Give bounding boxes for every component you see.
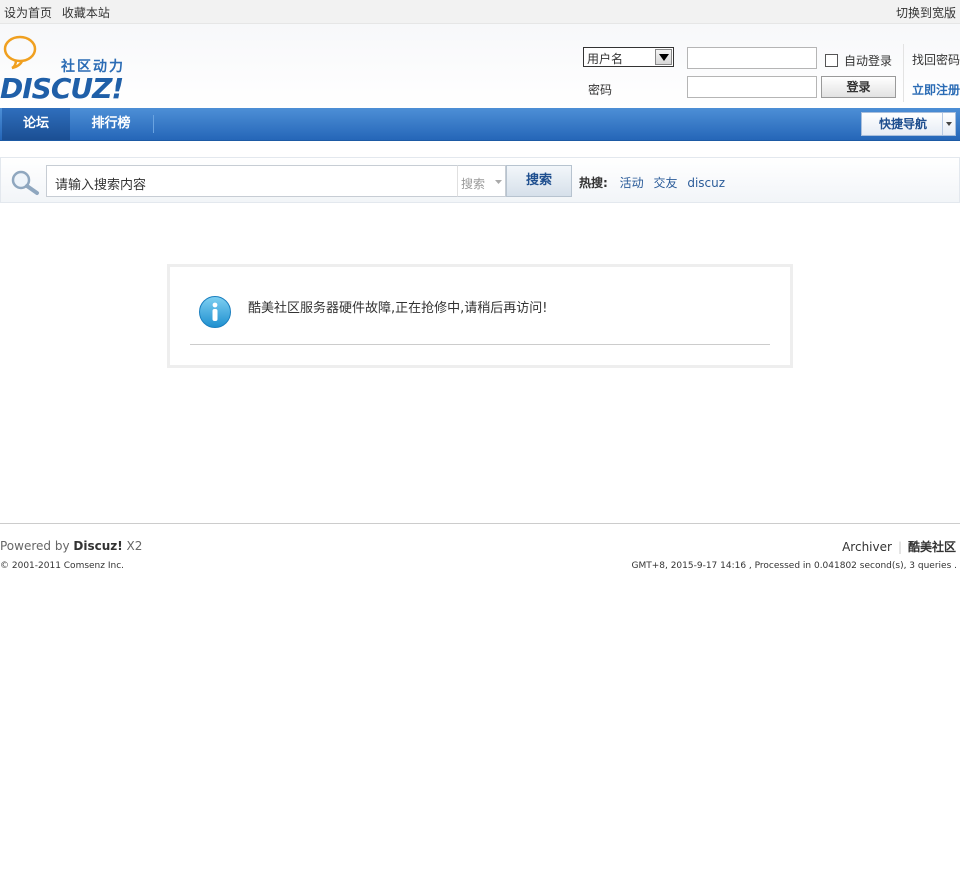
search-type-select[interactable]: 搜索 [457,165,506,197]
bookmark-link[interactable]: 收藏本站 [62,6,110,20]
top-bar-left: 设为首页 收藏本站 [4,4,116,21]
main-nav: 论坛 排行榜 快捷导航 [0,108,960,141]
chevron-down-icon[interactable] [942,113,955,135]
register-link[interactable]: 立即注册 [912,81,960,98]
auto-login-label: 自动登录 [844,54,893,68]
username-input[interactable] [687,47,817,69]
password-label: 密码 [588,83,613,97]
message-divider [190,344,770,345]
powered-version: X2 [122,539,143,553]
quick-nav-label: 快捷导航 [878,117,927,131]
chevron-down-icon [495,180,502,184]
login-divider [903,44,904,102]
login-field-select[interactable]: 用户名 [583,47,674,67]
footer-divider [0,523,960,524]
header: 社区动力 DISCUZ! 用户名 密码 自动登录 登录 找回密码 立即注册 [0,24,960,108]
speech-bubble-icon [3,35,37,70]
footer-link-separator: | [897,540,902,554]
top-bar: 设为首页 收藏本站 切换到宽版 [0,0,960,24]
search-button[interactable]: 搜索 [506,165,572,197]
powered-prefix: Powered by [0,539,74,553]
forgot-password-link[interactable]: 找回密码 [912,51,960,68]
powered-by: Powered by Discuz! X2 [0,539,142,553]
search-type-label: 搜索 [461,177,486,191]
footer-links: Archiver | 酷美社区 [842,538,956,555]
login-field-select-value: 用户名 [587,52,624,66]
password-input[interactable] [687,76,817,98]
search-input[interactable]: 请输入搜索内容 [46,165,457,197]
hot-keyword-link[interactable]: 交友 [653,176,677,190]
hot-keyword-link[interactable]: 活动 [620,176,644,190]
login-button[interactable]: 登录 [821,76,896,98]
hot-search-label: 热搜: [579,176,608,190]
search-placeholder: 请输入搜索内容 [55,178,147,193]
nav-item-forum[interactable]: 论坛 [2,108,70,140]
hot-keyword-link[interactable]: discuz [687,176,725,190]
search-icon [11,170,39,195]
switch-wide-link[interactable]: 切换到宽版 [896,4,956,21]
hot-search: 热搜: 活动 交友 discuz [579,174,731,191]
processing-stats: GMT+8, 2015-9-17 14:16 , Processed in 0.… [631,561,957,571]
message-box: 酷美社区服务器硬件故障,正在抢修中,请稍后再访问! [167,264,793,368]
quick-nav-button[interactable]: 快捷导航 [861,112,956,136]
set-homepage-link[interactable]: 设为首页 [4,6,52,20]
search-bar: 请输入搜索内容 搜索 搜索 热搜: 活动 交友 discuz [0,157,960,203]
info-icon [199,296,231,328]
chevron-down-icon [655,49,672,65]
site-logo[interactable]: 社区动力 DISCUZ! [0,34,140,105]
site-name-link[interactable]: 酷美社区 [908,540,956,554]
nav-divider [153,115,154,133]
auto-login-checkbox[interactable]: 自动登录 [825,52,892,69]
copyright: © 2001-2011 Comsenz Inc. [0,561,125,571]
logo-wordmark: DISCUZ! [0,72,124,105]
nav-item-ranking[interactable]: 排行榜 [70,108,152,140]
archiver-link[interactable]: Archiver [842,540,892,554]
message-text: 酷美社区服务器硬件故障,正在抢修中,请稍后再访问! [248,301,548,316]
discuz-link[interactable]: Discuz! [73,539,122,553]
checkbox-box[interactable] [825,54,838,67]
